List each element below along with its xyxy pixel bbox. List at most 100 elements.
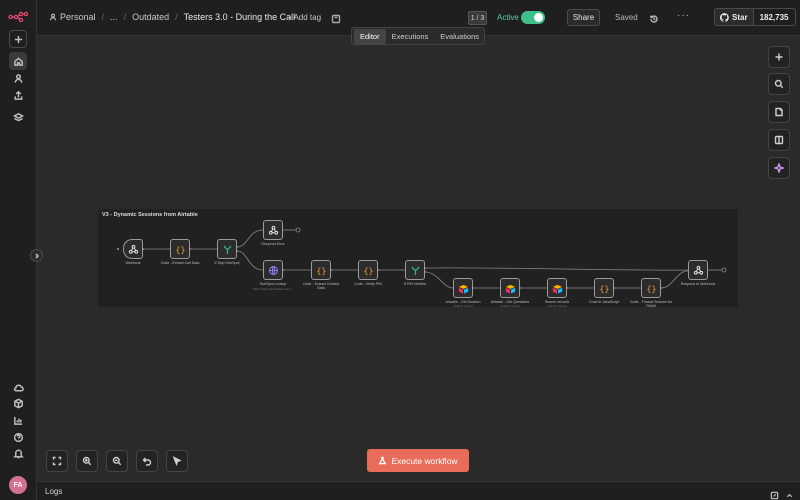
node-label: HubSpot Lookup	[259, 282, 287, 286]
undo-icon	[142, 457, 152, 466]
logs-bar[interactable]: Logs	[37, 481, 800, 500]
breadcrumb-item-personal[interactable]: Personal	[60, 12, 96, 22]
node-sublabel: GET: https://api.hubapi.com/...	[252, 287, 294, 291]
breadcrumb-item-folder[interactable]: Outdated	[132, 12, 169, 22]
node-label: Respond Error	[261, 242, 285, 246]
collapse-sidebar-button[interactable]	[30, 249, 43, 262]
fit-view-button[interactable]	[46, 450, 68, 472]
airtable-icon	[458, 284, 468, 293]
node-sublabel: search: record	[547, 304, 567, 308]
share-button[interactable]: Share	[567, 9, 600, 26]
search-icon	[774, 79, 784, 89]
node-sublabel: search: record	[500, 304, 520, 308]
undo-button[interactable]	[136, 450, 158, 472]
node-code-extract-call[interactable]: {}	[170, 239, 190, 259]
node-code-in-javascript[interactable]: {}	[594, 278, 614, 298]
node-label: If PIN Verified	[404, 282, 426, 286]
github-icon	[720, 12, 729, 22]
sparkle-icon	[774, 163, 784, 173]
n8n-logo[interactable]	[8, 10, 29, 23]
flask-icon	[378, 456, 387, 465]
breadcrumb-item-ellipsis[interactable]: ...	[110, 12, 118, 22]
webhook-icon	[693, 265, 703, 275]
tab-executions[interactable]: Executions	[386, 29, 435, 44]
webhook-icon	[128, 244, 138, 254]
webhook-icon	[268, 225, 278, 235]
code-icon: {}	[363, 265, 373, 275]
node-if-skip-hubspot[interactable]	[217, 239, 237, 259]
node-airtable-get-session[interactable]	[453, 278, 473, 298]
panel-icon	[774, 135, 784, 145]
history-button[interactable]	[649, 11, 661, 23]
breadcrumb: Personal / ... / Outdated / Testers 3.0 …	[49, 12, 295, 22]
code-icon: {}	[599, 283, 609, 293]
execute-workflow-button[interactable]: Execute workflow	[367, 449, 469, 472]
breadcrumb-separator: /	[101, 12, 105, 22]
tab-editor[interactable]: Editor	[354, 28, 386, 44]
breadcrumb-separator: /	[123, 12, 127, 22]
code-icon: {}	[316, 265, 326, 275]
node-webhook[interactable]	[123, 239, 143, 259]
zoom-out-button[interactable]	[106, 450, 128, 472]
node-if-pin-verified[interactable]	[405, 260, 425, 280]
node-search-records[interactable]	[547, 278, 567, 298]
workflow-diagram: V3 - Dynamic Sessions from Airtable Webh…	[98, 209, 738, 308]
more-options-button[interactable]: ···	[677, 10, 690, 21]
node-label: Code - Extract Call Data	[160, 261, 200, 265]
node-label: Respond to Webhook	[680, 282, 716, 286]
svg-text:{}: {}	[599, 283, 609, 293]
nav-templates[interactable]	[9, 108, 27, 126]
nav-packages[interactable]	[9, 394, 27, 412]
chevron-right-icon	[34, 252, 39, 259]
execute-workflow-label: Execute workflow	[391, 455, 458, 466]
bell-icon	[12, 449, 24, 458]
create-button[interactable]	[9, 30, 27, 48]
node-label: Code - Extract Contact Data	[302, 282, 340, 291]
node-hubspot-lookup[interactable]	[263, 260, 283, 280]
add-tag-button[interactable]: + Add tag	[287, 13, 321, 22]
ai-assistant-button[interactable]	[768, 157, 790, 179]
globe-icon	[268, 265, 278, 275]
add-node-button[interactable]	[768, 46, 790, 68]
home-icon	[13, 56, 23, 66]
node-label: If Skip HubSpot	[214, 261, 240, 265]
selection-mode-button[interactable]	[166, 450, 188, 472]
toggle-panel-button[interactable]	[768, 129, 790, 151]
expand-logs-button[interactable]	[785, 487, 794, 498]
open-logs-window-button[interactable]	[770, 487, 779, 500]
popout-icon	[770, 491, 779, 500]
chart-icon	[13, 416, 22, 425]
nav-insights[interactable]	[9, 411, 27, 429]
tab-evaluations[interactable]: Evaluations	[434, 29, 485, 44]
pointer-icon	[172, 456, 182, 466]
avatar[interactable]: FA	[9, 476, 27, 494]
nav-notifications[interactable]	[9, 444, 27, 462]
archive-button[interactable]	[331, 11, 343, 24]
history-icon	[650, 15, 658, 23]
github-star-button[interactable]: Star 182,735	[714, 8, 796, 26]
node-label: Code - Verify PIN	[354, 282, 382, 286]
zoom-in-icon	[82, 456, 92, 466]
layers-icon	[12, 112, 24, 121]
if-icon	[411, 266, 419, 275]
sticky-note-icon	[775, 107, 783, 117]
node-airtable-get-questions[interactable]	[500, 278, 520, 298]
node-code-format-session[interactable]: {}	[641, 278, 661, 298]
node-code-extract-contact[interactable]: {}	[311, 260, 331, 280]
github-star-label: Star	[732, 12, 748, 22]
active-toggle[interactable]	[521, 11, 545, 24]
zoom-out-icon	[112, 456, 122, 466]
package-icon	[13, 398, 23, 408]
zoom-in-button[interactable]	[76, 450, 98, 472]
add-sticky-button[interactable]	[768, 101, 790, 123]
nav-personal[interactable]	[9, 69, 27, 87]
search-nodes-button[interactable]	[768, 73, 790, 95]
svg-text:{}: {}	[175, 244, 185, 254]
nav-shared[interactable]	[9, 86, 27, 104]
nav-overview[interactable]	[9, 52, 27, 70]
workflow-title[interactable]: Testers 3.0 - During the Call	[184, 12, 296, 22]
version-badge[interactable]: 1 / 3	[468, 11, 487, 25]
node-code-verify-pin[interactable]: {}	[358, 260, 378, 280]
node-respond-to-webhook[interactable]	[688, 260, 708, 280]
node-respond-error[interactable]	[263, 220, 283, 240]
